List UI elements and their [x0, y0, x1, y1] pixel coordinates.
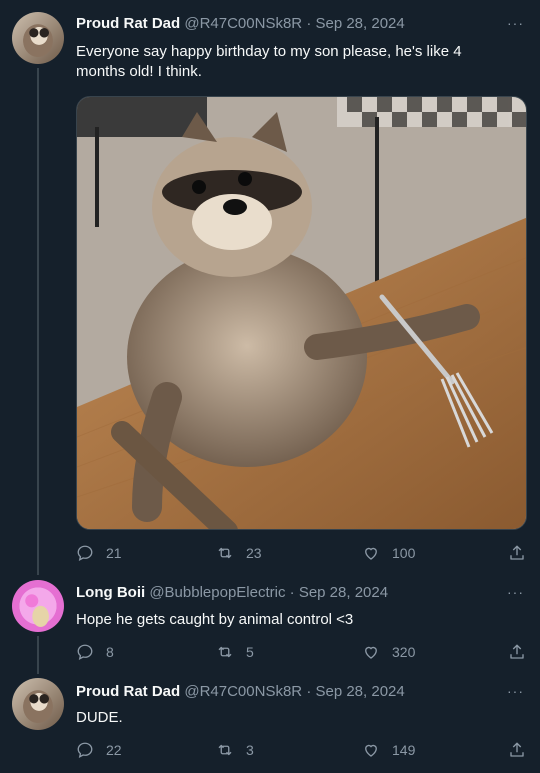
display-name[interactable]: Long Boii — [76, 584, 145, 601]
timestamp[interactable]: Sep 28, 2024 — [315, 683, 404, 700]
reply-count: 21 — [106, 545, 122, 561]
share-icon — [510, 742, 524, 757]
tweet-text: Everyone say happy birthday to my son pl… — [76, 43, 462, 80]
share-button[interactable] — [508, 544, 526, 567]
raccoon-photo — [77, 97, 526, 529]
tweet[interactable]: Long Boii @BubblepopElectric · Sep 28, 2… — [0, 580, 540, 678]
reply-button[interactable]: 22 — [76, 741, 122, 759]
like-button[interactable]: 149 — [362, 741, 415, 759]
share-icon — [510, 545, 524, 560]
share-icon — [510, 644, 524, 659]
tweet[interactable]: Proud Rat Dad @R47C00NSk8R · Sep 28, 202… — [0, 0, 540, 580]
retweet-count: 23 — [246, 545, 262, 561]
reply-count: 22 — [106, 742, 122, 758]
timestamp[interactable]: Sep 28, 2024 — [315, 15, 404, 32]
heart-icon — [365, 744, 377, 757]
retweet-button[interactable]: 3 — [216, 741, 254, 759]
separator: · — [289, 584, 295, 601]
tweet-text: DUDE. — [76, 709, 123, 726]
tweet-header: Proud Rat Dad @R47C00NSk8R · Sep 28, 202… — [76, 682, 405, 702]
timestamp[interactable]: Sep 28, 2024 — [299, 584, 388, 601]
retweet-button[interactable]: 5 — [216, 643, 254, 661]
tweet-header: Long Boii @BubblepopElectric · Sep 28, 2… — [76, 583, 388, 603]
display-name[interactable]: Proud Rat Dad — [76, 683, 180, 700]
handle[interactable]: @R47C00NSk8R — [184, 683, 302, 700]
tweet-actions: 22 3 149 — [76, 741, 526, 761]
like-button[interactable]: 100 — [362, 544, 415, 562]
separator: · — [306, 15, 312, 32]
share-button[interactable] — [508, 643, 526, 666]
retweet-icon — [218, 547, 232, 559]
retweet-count: 5 — [246, 644, 254, 660]
like-count: 320 — [392, 644, 416, 660]
like-count: 149 — [392, 742, 416, 758]
retweet-count: 3 — [246, 742, 254, 758]
tweet-actions: 21 23 100 — [76, 544, 526, 564]
like-count: 100 — [392, 545, 416, 561]
share-button[interactable] — [508, 741, 526, 764]
separator: · — [306, 683, 312, 700]
tweet[interactable]: Proud Rat Dad @R47C00NSk8R · Sep 28, 202… — [0, 678, 540, 773]
tweet-actions: 8 5 320 — [76, 643, 526, 663]
reply-count: 8 — [106, 644, 114, 660]
retweet-icon — [218, 646, 232, 658]
like-button[interactable]: 320 — [362, 643, 415, 661]
reply-icon — [77, 644, 93, 660]
tweet-header: Proud Rat Dad @R47C00NSk8R · Sep 28, 202… — [76, 14, 405, 34]
heart-icon — [365, 547, 377, 560]
tweet-text: Hope he gets caught by animal control <3 — [76, 611, 354, 628]
retweet-button[interactable]: 23 — [216, 544, 262, 562]
handle[interactable]: @R47C00NSk8R — [184, 15, 302, 32]
more-options-icon[interactable]: ··· — [507, 16, 524, 30]
heart-icon — [365, 646, 377, 659]
more-options-icon[interactable]: ··· — [507, 585, 524, 599]
avatar[interactable] — [12, 12, 64, 64]
tweet-photo[interactable] — [76, 96, 527, 530]
avatar[interactable] — [12, 678, 64, 730]
reply-button[interactable]: 8 — [76, 643, 114, 661]
more-options-icon[interactable]: ··· — [507, 684, 524, 698]
reply-icon — [77, 545, 93, 561]
handle[interactable]: @BubblepopElectric — [149, 584, 285, 601]
reply-button[interactable]: 21 — [76, 544, 122, 562]
display-name[interactable]: Proud Rat Dad — [76, 15, 180, 32]
reply-icon — [77, 742, 93, 758]
avatar[interactable] — [12, 580, 64, 632]
retweet-icon — [218, 744, 232, 756]
